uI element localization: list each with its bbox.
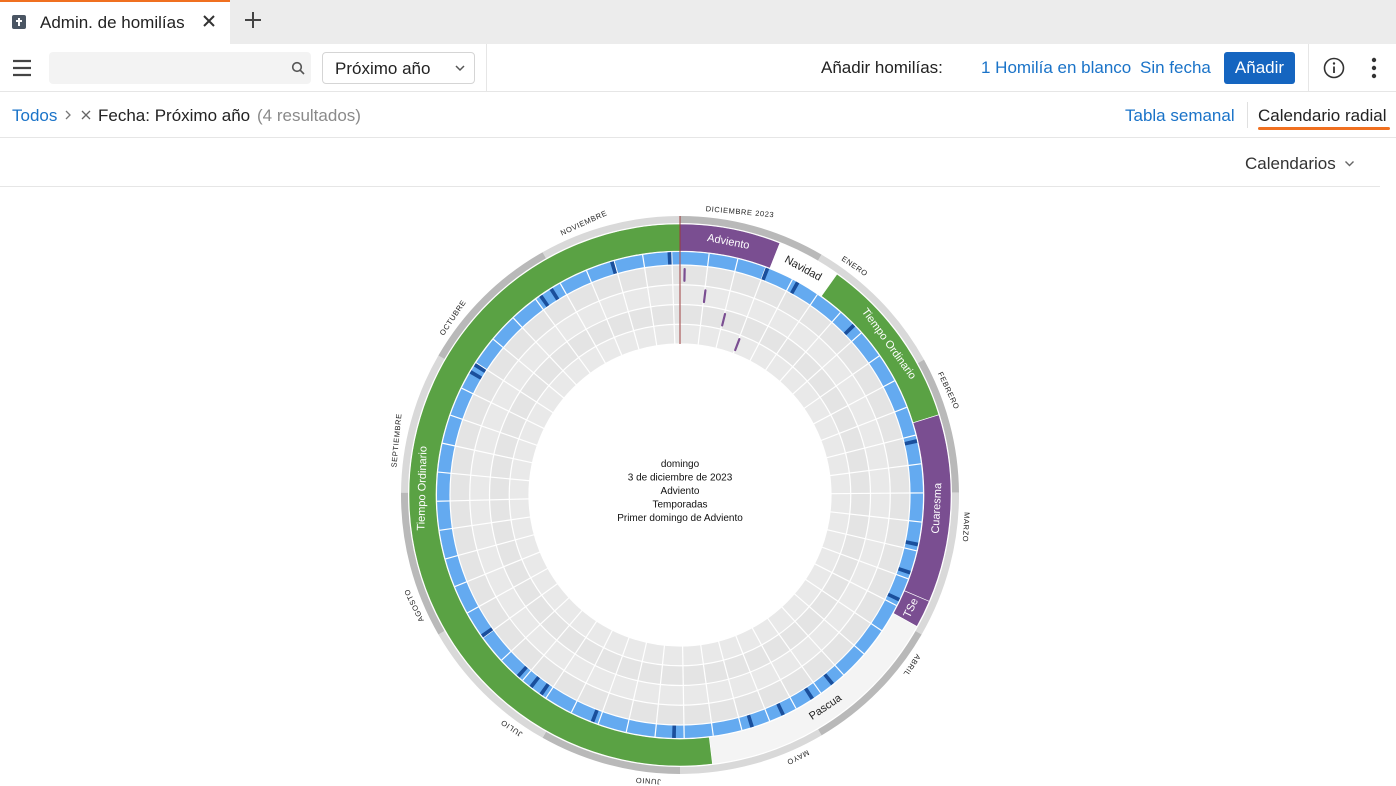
center-line: domingo <box>661 459 700 470</box>
add-tab-icon[interactable] <box>243 10 263 30</box>
center-line: 3 de diciembre de 2023 <box>628 473 733 484</box>
date-range-value: Próximo año <box>335 59 431 78</box>
center-line: Adviento <box>661 486 700 497</box>
results-count: (4 resultados) <box>257 106 361 125</box>
breadcrumb-root[interactable]: Todos <box>12 106 57 126</box>
calendars-dropdown[interactable]: Calendarios <box>1245 154 1336 174</box>
week-marker[interactable] <box>672 724 677 738</box>
month-label: DICIEMBRE 2023 <box>705 204 774 219</box>
view-weekly-table[interactable]: Tabla semanal <box>1125 106 1235 126</box>
chevron-down-icon <box>455 65 465 72</box>
chevron-right-icon <box>65 110 71 120</box>
search-input[interactable] <box>49 52 279 84</box>
calendars-bar: Calendarios <box>0 138 1380 187</box>
divider <box>1247 102 1248 128</box>
search-icon[interactable] <box>291 61 305 75</box>
date-range-select[interactable]: Próximo año <box>322 52 475 84</box>
no-date-link[interactable]: Sin fecha <box>1140 58 1211 78</box>
divider <box>486 44 487 92</box>
season-label: Tiempo Ordinario <box>415 446 429 531</box>
info-icon[interactable] <box>1322 56 1346 80</box>
tab-homilias[interactable]: Admin. de homilías <box>0 0 230 44</box>
homily-mark[interactable] <box>702 289 707 304</box>
toolbar: Próximo año Añadir homilías: 1 Homilía e… <box>0 44 1396 92</box>
remove-filter-icon[interactable] <box>80 109 92 121</box>
tab-bar: Admin. de homilías <box>0 0 1396 44</box>
month-label: SEPTIEMBRE <box>389 413 403 468</box>
active-view-indicator <box>1258 127 1390 130</box>
active-filter: Fecha: Próximo año <box>98 106 251 125</box>
month-label: MARZO <box>961 512 972 543</box>
blank-homily-link[interactable]: 1 Homilía en blanco <box>981 58 1131 78</box>
breadcrumb: Todos Fecha: Próximo año (4 resultados) … <box>0 92 1396 138</box>
radial-calendar: DICIEMBRE 2023ENEROFEBREROMARZOABRILMAYO… <box>389 204 972 786</box>
center-line: Temporadas <box>652 500 707 511</box>
tab-title: Admin. de homilías <box>40 13 185 32</box>
week-marker[interactable] <box>667 252 672 266</box>
close-icon[interactable] <box>199 11 219 31</box>
center-line: Primer domingo de Adviento <box>617 513 743 524</box>
hamburger-menu-icon[interactable] <box>12 59 32 77</box>
app-icon <box>12 15 26 29</box>
month-label: JUNIO <box>635 776 661 786</box>
add-button[interactable]: Añadir <box>1224 52 1295 84</box>
add-homilies-label: Añadir homilías: <box>821 58 943 77</box>
chevron-down-icon <box>1345 161 1354 167</box>
search-box <box>49 52 311 84</box>
more-vertical-icon[interactable] <box>1367 56 1381 80</box>
divider <box>1308 44 1309 92</box>
view-radial-calendar[interactable]: Calendario radial <box>1258 106 1387 126</box>
grid-spoke <box>830 492 910 495</box>
